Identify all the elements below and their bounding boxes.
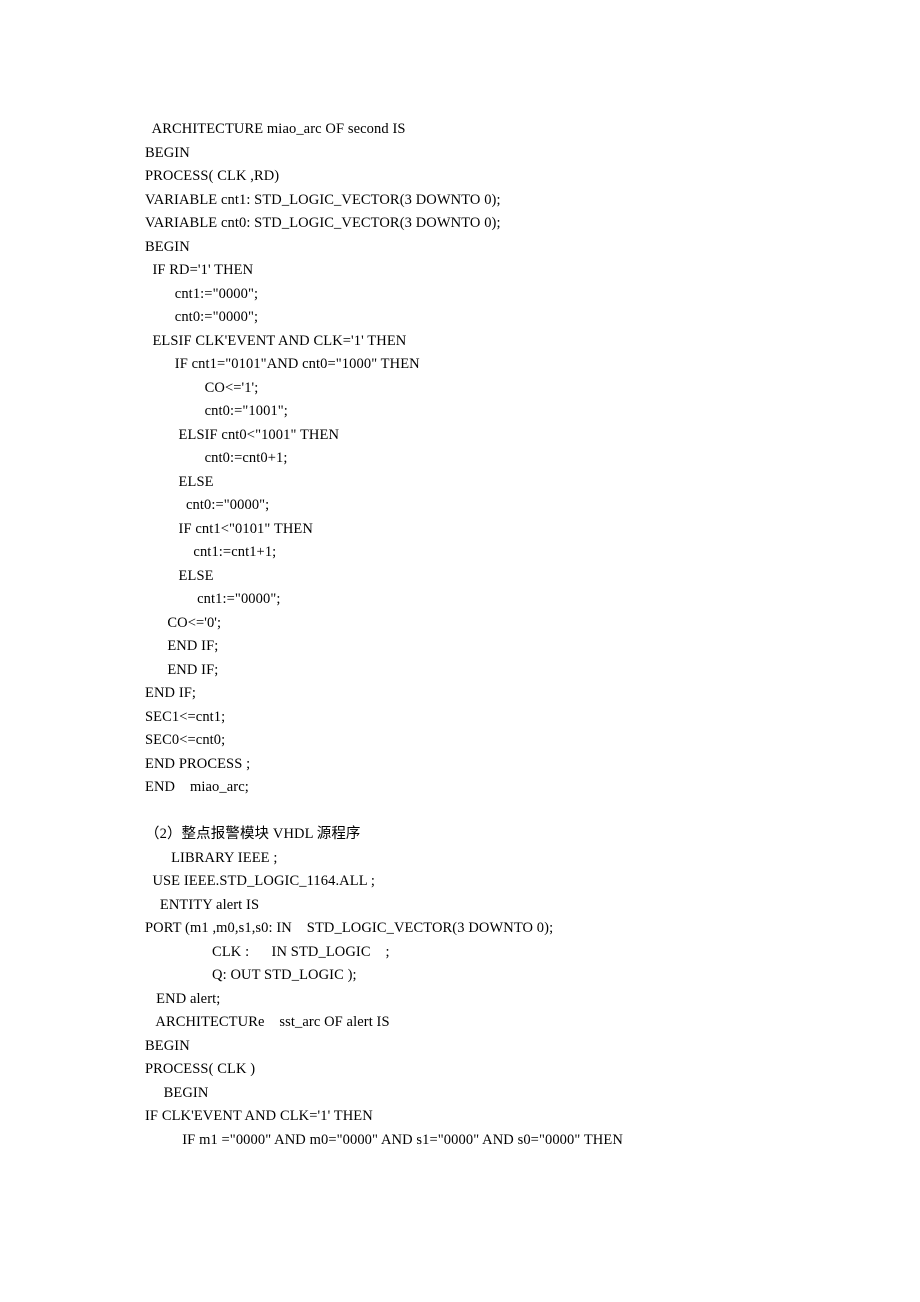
code-line: cnt1:="0000"; xyxy=(145,283,920,307)
code-line: cnt0:="1001"; xyxy=(145,400,920,424)
code-line: BEGIN xyxy=(145,1082,920,1106)
code-line: CO<='0'; xyxy=(145,612,920,636)
code-line: BEGIN xyxy=(145,236,920,260)
code-line: END IF; xyxy=(145,682,920,706)
code-line: END IF; xyxy=(145,635,920,659)
code-line: END miao_arc; xyxy=(145,776,920,800)
code-line: ENTITY alert IS xyxy=(145,894,920,918)
code-line: CO<='1'; xyxy=(145,377,920,401)
code-text-block: ARCHITECTURE miao_arc OF second ISBEGINP… xyxy=(145,118,920,1152)
document-page: ARCHITECTURE miao_arc OF second ISBEGINP… xyxy=(0,0,920,1302)
code-line: PORT (m1 ,m0,s1,s0: IN STD_LOGIC_VECTOR(… xyxy=(145,917,920,941)
code-line: cnt0:=cnt0+1; xyxy=(145,447,920,471)
code-line: ELSE xyxy=(145,565,920,589)
code-line: ELSIF cnt0<"1001" THEN xyxy=(145,424,920,448)
code-line: CLK : IN STD_LOGIC ; xyxy=(145,941,920,965)
code-line: USE IEEE.STD_LOGIC_1164.ALL ; xyxy=(145,870,920,894)
code-line: cnt1:=cnt1+1; xyxy=(145,541,920,565)
code-line: BEGIN xyxy=(145,1035,920,1059)
blank-line xyxy=(145,800,920,824)
code-line: SEC0<=cnt0; xyxy=(145,729,920,753)
code-line: VARIABLE cnt0: STD_LOGIC_VECTOR(3 DOWNTO… xyxy=(145,212,920,236)
code-line: ELSIF CLK'EVENT AND CLK='1' THEN xyxy=(145,330,920,354)
code-line: cnt0:="0000"; xyxy=(145,306,920,330)
code-line: SEC1<=cnt1; xyxy=(145,706,920,730)
code-line: ARCHITECTURe sst_arc OF alert IS xyxy=(145,1011,920,1035)
code-line: cnt0:="0000"; xyxy=(145,494,920,518)
code-line: （2）整点报警模块 VHDL 源程序 xyxy=(145,823,920,847)
code-line: ARCHITECTURE miao_arc OF second IS xyxy=(145,118,920,142)
code-line: PROCESS( CLK ,RD) xyxy=(145,165,920,189)
code-line: Q: OUT STD_LOGIC ); xyxy=(145,964,920,988)
code-line: IF cnt1<"0101" THEN xyxy=(145,518,920,542)
code-line: IF cnt1="0101"AND cnt0="1000" THEN xyxy=(145,353,920,377)
code-line: VARIABLE cnt1: STD_LOGIC_VECTOR(3 DOWNTO… xyxy=(145,189,920,213)
code-line: IF CLK'EVENT AND CLK='1' THEN xyxy=(145,1105,920,1129)
code-line: IF m1 ="0000" AND m0="0000" AND s1="0000… xyxy=(145,1129,920,1153)
code-line: BEGIN xyxy=(145,142,920,166)
code-line: END PROCESS ; xyxy=(145,753,920,777)
code-line: IF RD='1' THEN xyxy=(145,259,920,283)
code-line: ELSE xyxy=(145,471,920,495)
code-line: LIBRARY IEEE ; xyxy=(145,847,920,871)
code-line: END IF; xyxy=(145,659,920,683)
code-line: PROCESS( CLK ) xyxy=(145,1058,920,1082)
code-line: END alert; xyxy=(145,988,920,1012)
code-line: cnt1:="0000"; xyxy=(145,588,920,612)
